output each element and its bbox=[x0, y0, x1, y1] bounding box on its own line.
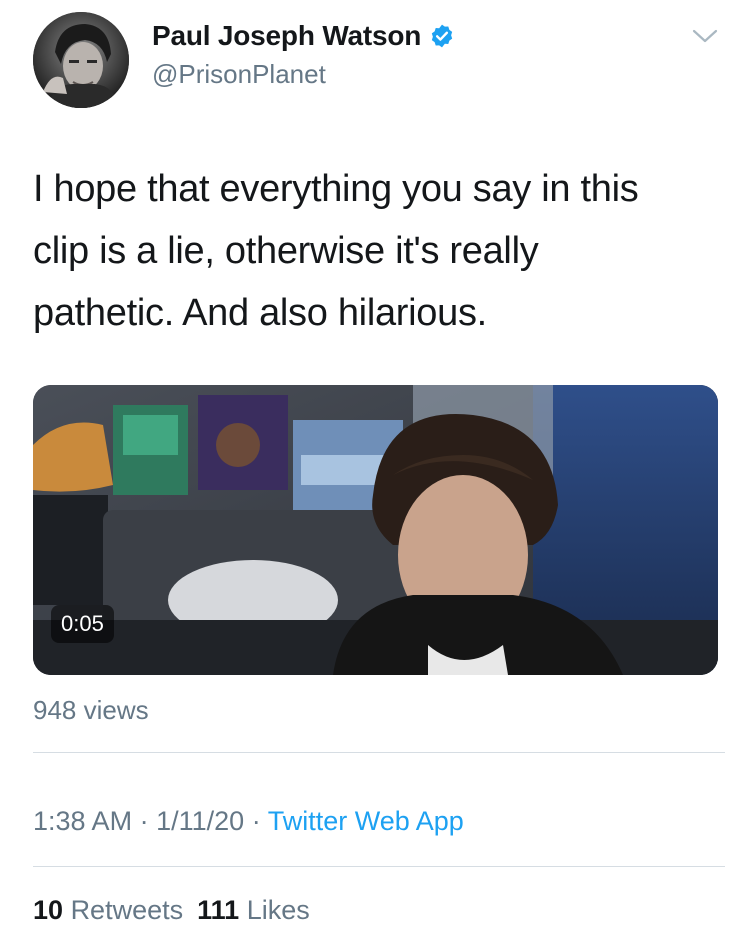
tweet-time[interactable]: 1:38 AM bbox=[33, 806, 132, 836]
author-display-name[interactable]: Paul Joseph Watson bbox=[152, 20, 421, 52]
avatar-image bbox=[33, 12, 129, 108]
author-name-row[interactable]: Paul Joseph Watson bbox=[152, 20, 455, 52]
tweet-date[interactable]: 1/11/20 bbox=[156, 806, 244, 836]
video-duration-badge: 0:05 bbox=[51, 605, 114, 643]
retweets-count: 10 bbox=[33, 895, 64, 925]
tweet-text: I hope that everything you say in this c… bbox=[33, 168, 639, 334]
view-count: 948 views bbox=[33, 695, 149, 725]
retweets-label: Retweets bbox=[70, 895, 184, 925]
likes-count: 111 bbox=[197, 895, 240, 925]
video-thumbnail bbox=[33, 385, 718, 675]
tweet-card: Paul Joseph Watson @PrisonPlanet I hope … bbox=[0, 0, 733, 935]
likes-label: Likes bbox=[246, 895, 310, 925]
tweet-source-link[interactable]: Twitter Web App bbox=[268, 806, 464, 836]
chevron-down-icon[interactable] bbox=[690, 26, 720, 46]
video-player[interactable]: 0:05 bbox=[33, 385, 718, 675]
meta-separator: · bbox=[251, 806, 261, 836]
likes-stat[interactable]: 111 Likes bbox=[197, 895, 310, 926]
verified-badge-icon bbox=[429, 23, 455, 49]
tweet-meta: 1:38 AM · 1/11/20 · Twitter Web App bbox=[33, 806, 464, 837]
avatar[interactable] bbox=[33, 12, 129, 108]
retweets-stat[interactable]: 10 Retweets bbox=[33, 895, 183, 926]
divider bbox=[33, 752, 725, 753]
divider bbox=[33, 866, 725, 867]
tweet-stats: 10 Retweets 111 Likes bbox=[33, 895, 310, 926]
author-handle[interactable]: @PrisonPlanet bbox=[152, 59, 326, 90]
meta-separator: · bbox=[139, 806, 149, 836]
